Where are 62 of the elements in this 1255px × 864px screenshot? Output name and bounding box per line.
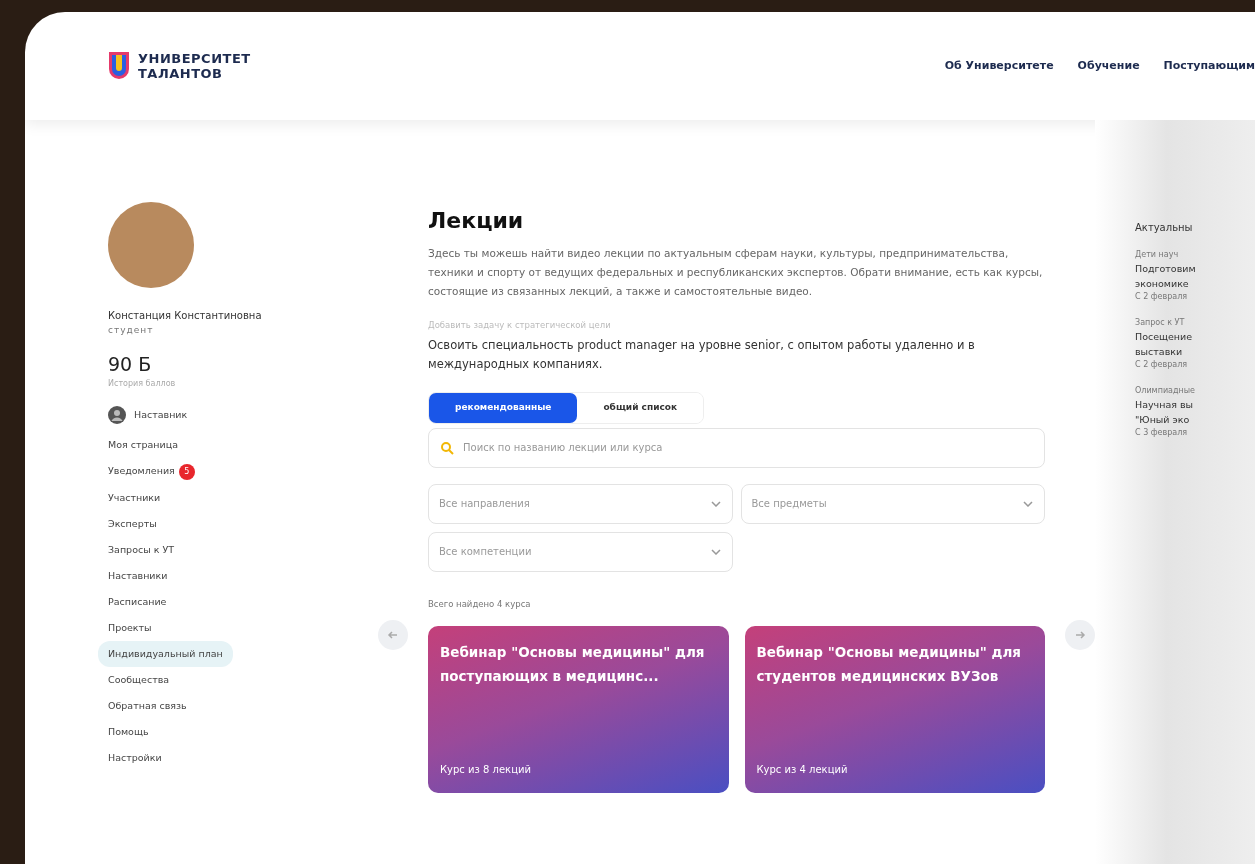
notification-count: 5: [178, 464, 195, 480]
sidebar-item[interactable]: Запросы к УТ: [108, 537, 175, 563]
event-title[interactable]: экономике: [1135, 276, 1189, 291]
event-category: Дети науч: [1135, 249, 1179, 261]
page-description: Здесь ты можешь найти видео лекции по актуальным сферам науки, культуры, предпринимательства, техники и спорту от ведущих федеральных и республиканских экспертов. Обрати внимание, есть как курсы, состоящие из связанных лекций, а также и самостоятельные видео.: [428, 246, 1044, 300]
results-count: Всего найдено 4 курса: [428, 597, 532, 611]
course-card[interactable]: Вебинар "Основы медицины" для студентов медицинских ВУЗов Курс из 4 лекций: [744, 626, 1045, 794]
sidebar-item[interactable]: Уведомления 5: [108, 458, 195, 485]
previous-arrow-button[interactable]: [378, 620, 408, 650]
filter-tab[interactable]: рекомендованные: [429, 393, 578, 423]
sidebar-item[interactable]: Эксперты: [108, 511, 157, 537]
event-title[interactable]: Научная вы: [1135, 397, 1194, 412]
select-field[interactable]: Все направления: [428, 483, 733, 524]
points-value: 90 Б: [108, 351, 153, 377]
select-field[interactable]: Все компетенции: [428, 531, 733, 572]
logo-text: УНИВЕРСИТЕТ: [138, 51, 251, 66]
logo-icon: [108, 51, 130, 81]
mentor-avatar-icon: [108, 406, 126, 424]
logo-text: ТАЛАНТОВ: [138, 66, 224, 81]
event-category: Запрос к УТ: [1135, 317, 1185, 329]
course-title: Вебинар "Основы медицины" для поступающих в медицинс...: [440, 643, 706, 687]
event-title[interactable]: Подготовим: [1135, 261, 1196, 276]
page-title: Лекции: [428, 208, 525, 235]
nav-link[interactable]: Поступающим: [1163, 57, 1255, 75]
mentor-link[interactable]: Наставник: [134, 407, 188, 423]
user-name: Констанция Константиновна: [108, 309, 263, 323]
sidebar-item[interactable]: Обратная связь: [108, 693, 187, 719]
course-card[interactable]: Вебинар "Основы медицины" для поступающих в медицинс... Курс из 8 лекций: [428, 626, 729, 794]
user-role: студент: [108, 324, 155, 337]
goal-text: Освоить специальность product manager на уровне senior, с опытом работы удаленно и в международных компаниях.: [428, 337, 976, 374]
aside-title: Актуальны: [1135, 221, 1193, 235]
chevron-down-icon: [710, 548, 721, 555]
right-arrow-icon: [1074, 629, 1086, 641]
event-title[interactable]: Посещение: [1135, 329, 1193, 344]
event-category: Олимпиадные: [1135, 385, 1195, 397]
chevron-down-icon: [710, 500, 721, 507]
event-date: С 2 февраля: [1135, 291, 1188, 303]
sidebar-item[interactable]: Проекты: [108, 615, 152, 641]
sidebar-item[interactable]: Сообщества: [108, 667, 170, 693]
sidebar-item[interactable]: Участники: [108, 485, 161, 511]
nav-link[interactable]: Обучение: [1077, 57, 1140, 75]
course-meta: Курс из 4 лекций: [756, 763, 849, 778]
sidebar-item[interactable]: Расписание: [108, 589, 167, 615]
course-meta: Курс из 8 лекций: [440, 763, 532, 778]
sidebar-item[interactable]: Настройки: [108, 745, 162, 771]
sidebar-item[interactable]: Наставники: [108, 563, 168, 589]
chevron-down-icon: [1023, 500, 1033, 507]
next-arrow-button[interactable]: [1065, 620, 1095, 650]
sidebar-item[interactable]: Моя страница: [108, 432, 179, 458]
left-arrow-icon: [387, 629, 399, 641]
event-date: С 3 февраля: [1135, 427, 1188, 439]
event-title[interactable]: выставки: [1135, 344, 1183, 359]
select-field[interactable]: Все предметы: [740, 483, 1045, 524]
course-title: Вебинар "Основы медицины" для студентов медицинских ВУЗов: [756, 643, 1022, 687]
sidebar-item[interactable]: Помощь: [108, 719, 149, 745]
search-field[interactable]: Поиск по названию лекции или курса: [428, 427, 1045, 468]
sidebar-item[interactable]: Индивидуальный план: [98, 641, 233, 667]
search-icon: [440, 440, 454, 455]
nav-link[interactable]: Об Университете: [944, 57, 1054, 75]
event-date: С 2 февраля: [1135, 359, 1188, 371]
goal-label: Добавить задачу к стратегической цели: [428, 319, 612, 333]
event-title[interactable]: "Юный эко: [1135, 412, 1190, 427]
